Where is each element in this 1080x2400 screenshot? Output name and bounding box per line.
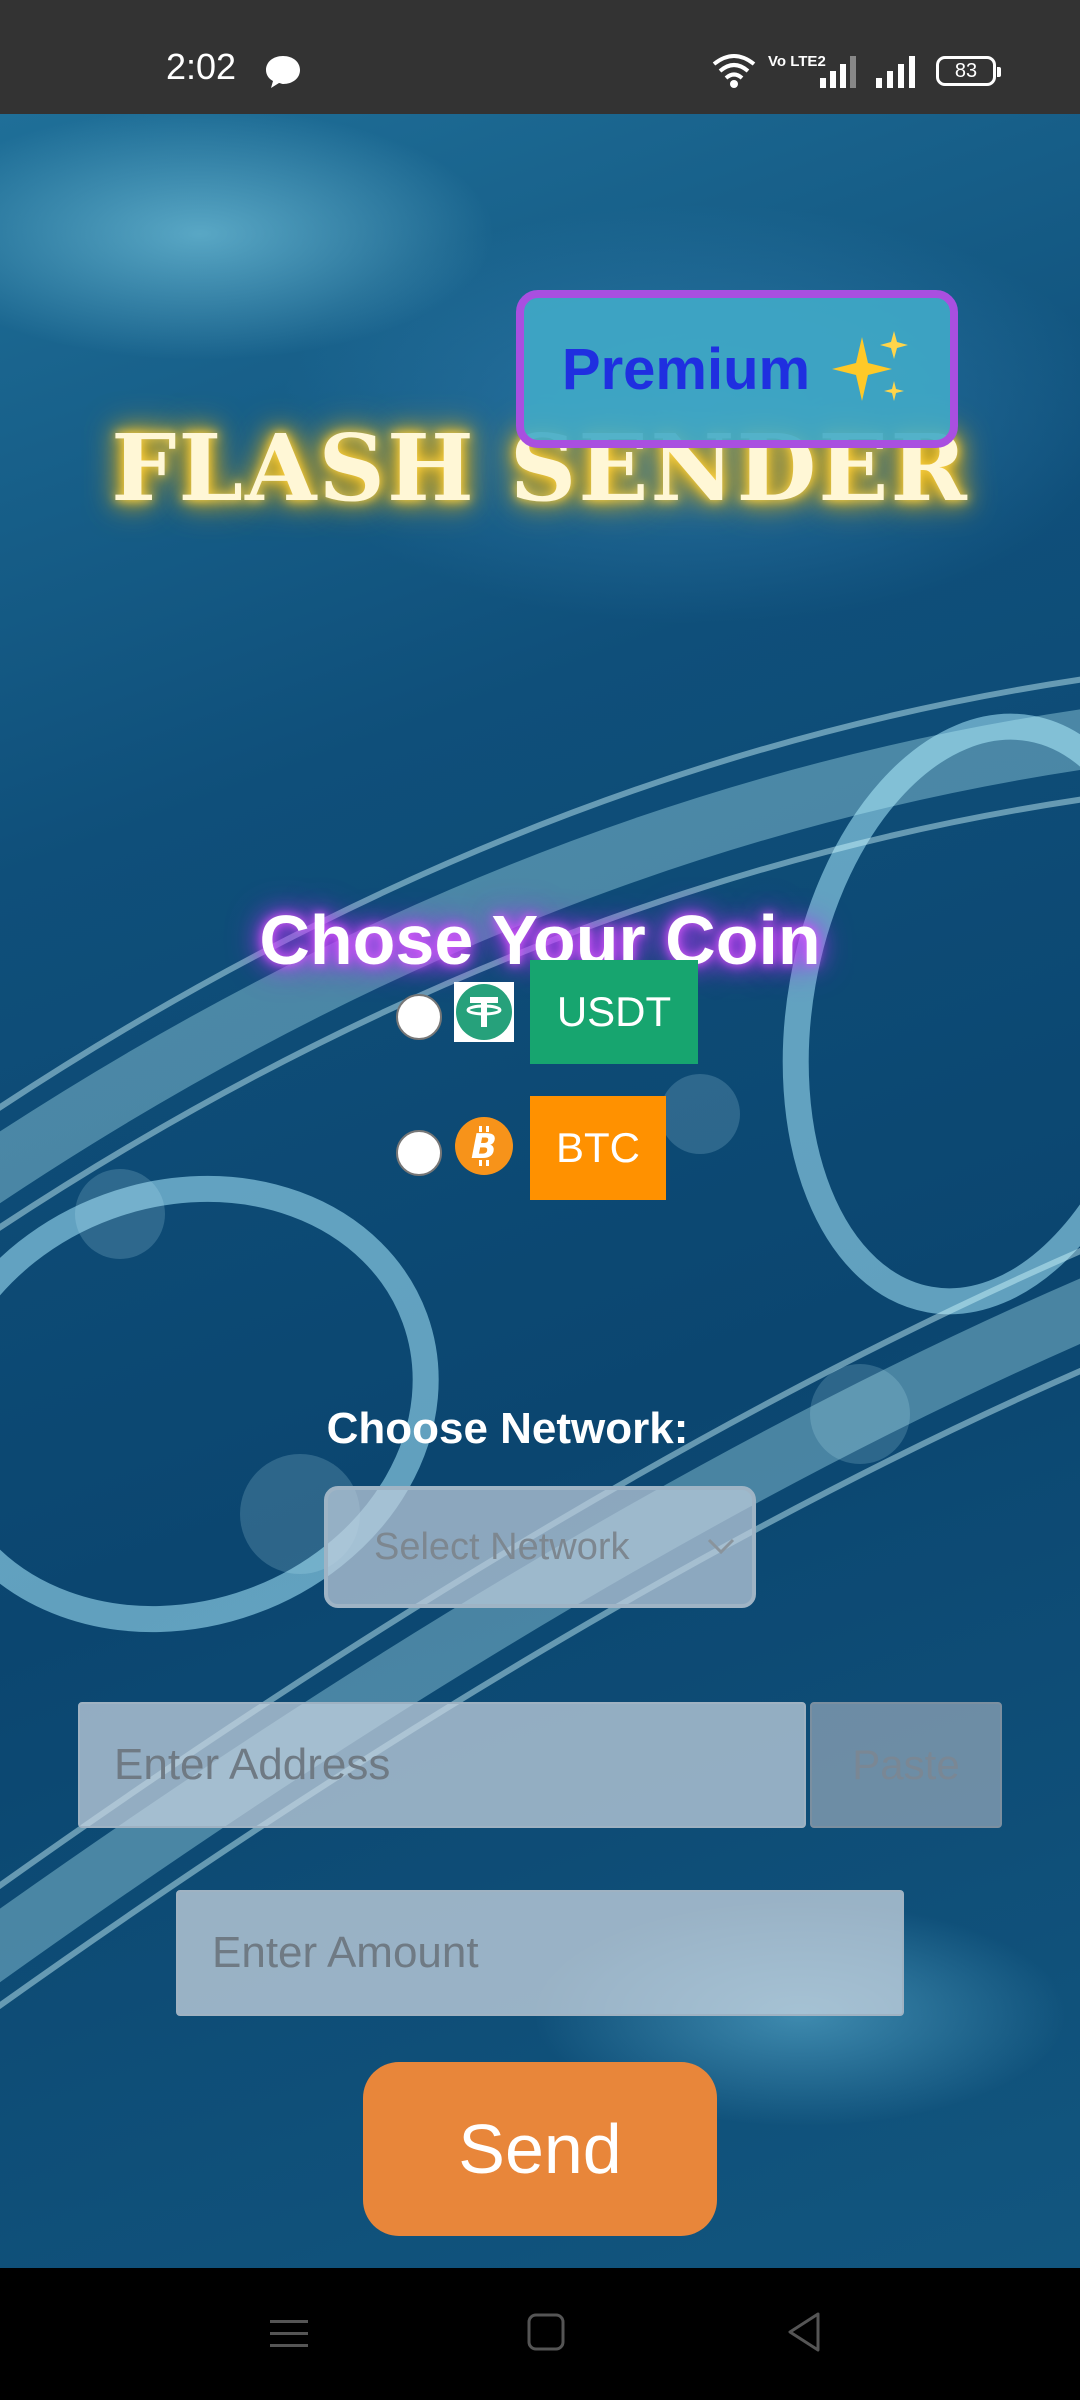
usdt-radio[interactable] bbox=[396, 994, 442, 1040]
chevron-down-icon bbox=[707, 1538, 735, 1555]
network-select[interactable]: Select Network bbox=[324, 1486, 756, 1608]
premium-label: Premium bbox=[561, 336, 811, 402]
network-select-value: Select Network bbox=[374, 1525, 630, 1568]
bitcoin-icon: B bbox=[455, 1117, 513, 1175]
address-placeholder: Enter Address bbox=[114, 1740, 391, 1789]
back-icon[interactable] bbox=[784, 2310, 824, 2354]
usdt-label[interactable]: USDT bbox=[530, 960, 698, 1064]
menu-icon[interactable] bbox=[268, 2316, 310, 2352]
amount-input[interactable]: Enter Amount bbox=[176, 1890, 904, 2016]
tether-icon bbox=[454, 982, 514, 1042]
wifi-icon bbox=[712, 54, 756, 88]
send-button[interactable]: Send bbox=[363, 2062, 717, 2236]
app-screen: FLASH SENDER Premium Chose Your Coin USD… bbox=[0, 114, 1080, 2268]
address-input[interactable]: Enter Address bbox=[78, 1702, 806, 1828]
btc-radio[interactable] bbox=[396, 1130, 442, 1176]
svg-text:B: B bbox=[471, 1127, 497, 1167]
btc-label[interactable]: BTC bbox=[530, 1096, 666, 1200]
status-time: 2:02 bbox=[166, 46, 237, 87]
network-heading: Choose Network: bbox=[326, 1404, 689, 1453]
battery-indicator: 83 bbox=[936, 56, 1001, 86]
paste-button[interactable]: Paste bbox=[810, 1702, 1002, 1828]
sparkles-icon bbox=[832, 331, 909, 401]
status-bar: 2:02 Vo LTE2 83 bbox=[0, 0, 1080, 114]
chat-bubble-icon bbox=[266, 56, 300, 88]
signal-icon bbox=[820, 56, 856, 88]
navigation-bar bbox=[0, 2268, 1080, 2400]
signal-icon bbox=[876, 56, 915, 88]
home-icon[interactable] bbox=[526, 2312, 566, 2352]
amount-placeholder: Enter Amount bbox=[212, 1928, 479, 1977]
premium-button[interactable]: Premium bbox=[516, 290, 958, 448]
